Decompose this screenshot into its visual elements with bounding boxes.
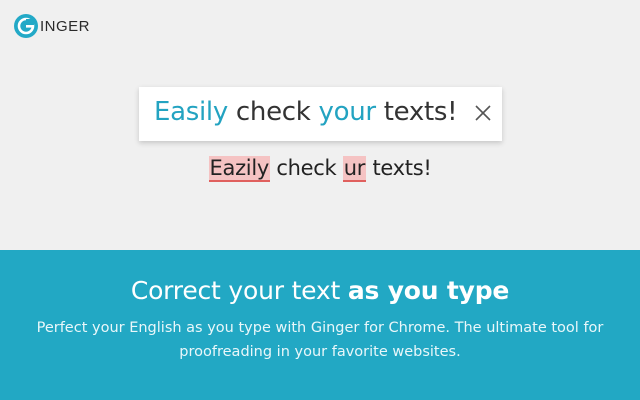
text-texts: texts!	[375, 97, 458, 127]
original-text-texts: texts!	[366, 156, 432, 180]
close-icon[interactable]	[473, 103, 493, 123]
spelling-error-eazily[interactable]: Eazily	[208, 156, 270, 182]
corrected-text: Easily check your texts!	[154, 96, 458, 128]
correction-card: Easily check your texts!	[139, 87, 502, 141]
corrected-word-your: your	[318, 97, 377, 127]
top-section: G INGER Easily check your texts! Eazily …	[0, 0, 640, 250]
banner-description: Perfect your English as you type with Gi…	[36, 320, 604, 360]
original-text: Eazily check ur texts!	[0, 153, 640, 183]
spelling-error-ur[interactable]: ur	[342, 156, 367, 182]
corrected-word-easily: Easily	[154, 97, 228, 127]
svg-text:G: G	[26, 14, 27, 15]
original-text-check: check	[270, 156, 343, 180]
ginger-logo: G INGER	[14, 14, 90, 38]
banner-headline: Correct your text as you type	[0, 274, 640, 308]
text-check: check	[227, 97, 319, 127]
logo-text: INGER	[40, 18, 91, 35]
headline-regular: Correct your text	[130, 276, 348, 305]
headline-bold: as you type	[347, 276, 510, 305]
ginger-logo-icon: G	[14, 14, 38, 38]
